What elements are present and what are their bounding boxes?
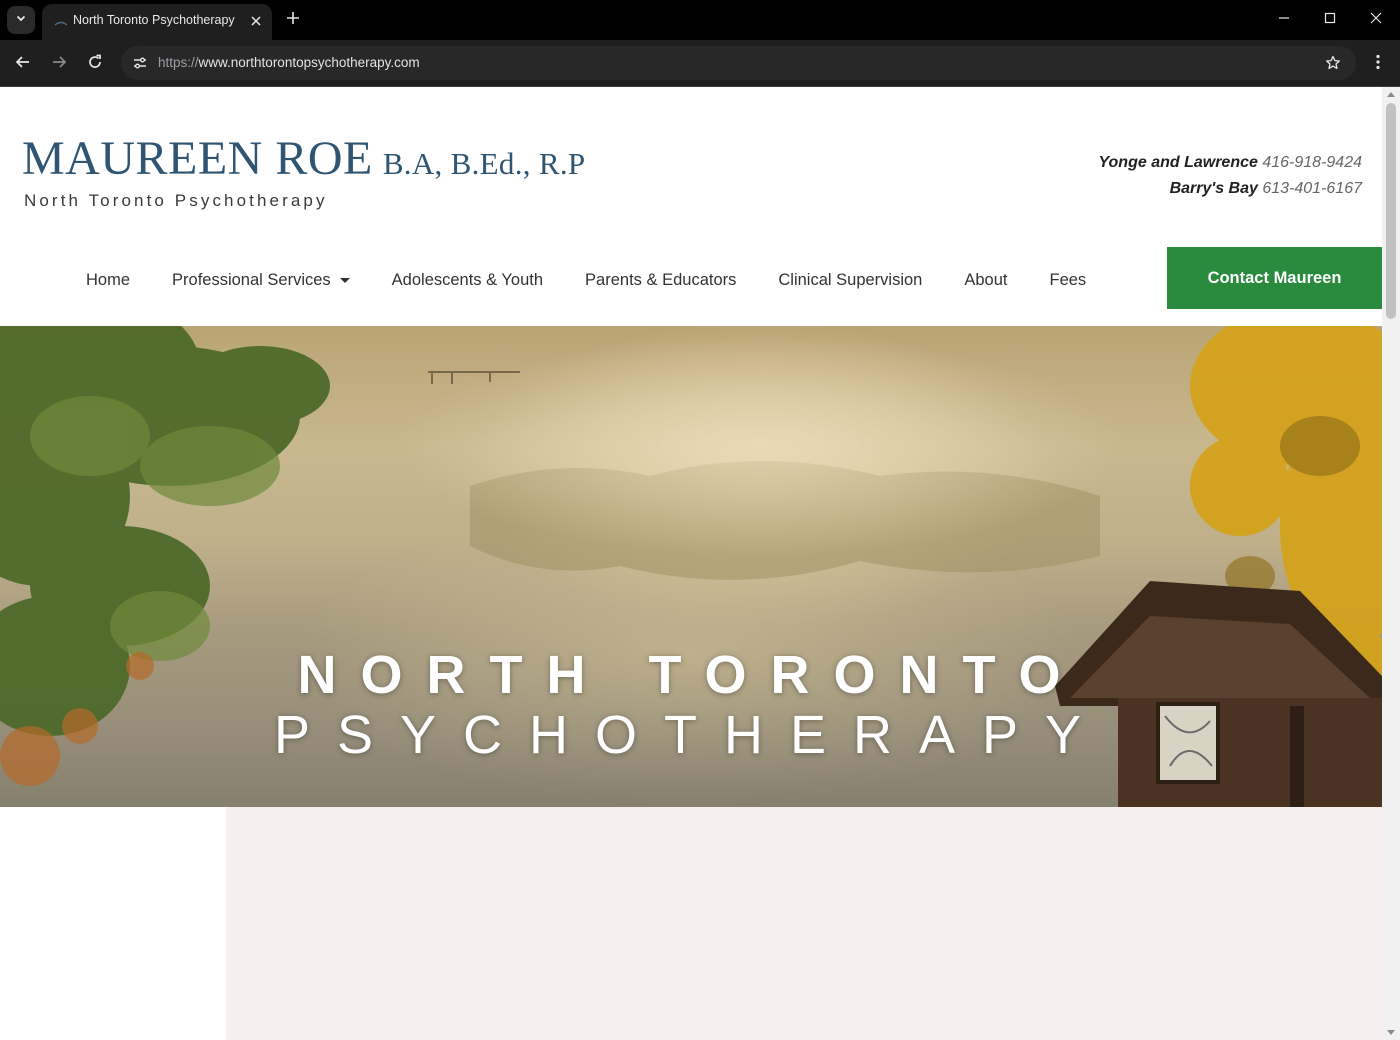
hero-banner: NORTH TORONTO PSYCHOTHERAPY <box>0 326 1382 807</box>
logo-wordmark: MAUREEN ROE B.A, B.Ed., R.P <box>22 135 585 183</box>
url-host: www.northtorontopsychotherapy.com <box>198 55 420 70</box>
minimize-icon <box>1278 11 1290 29</box>
close-tab-icon[interactable] <box>248 13 264 29</box>
url-scheme: https:// <box>158 55 199 70</box>
header-phone-numbers: Yonge and Lawrence 416-918-9424 Barry's … <box>1098 150 1362 202</box>
nav-item-about[interactable]: About <box>943 271 1028 290</box>
hero-title-line1: NORTH TORONTO <box>297 645 1085 705</box>
contact-maureen-button[interactable]: Contact Maureen <box>1167 247 1382 309</box>
browser-toolbar: https://www.northtorontopsychotherapy.co… <box>0 40 1400 87</box>
maximize-icon <box>1324 11 1336 29</box>
scroll-up-arrow-icon[interactable] <box>1387 92 1395 97</box>
logo-tagline: North Toronto Psychotherapy <box>24 191 328 210</box>
location-line: Barry's Bay 613-401-6167 <box>1098 176 1362 202</box>
maximize-window-button[interactable] <box>1315 6 1345 34</box>
url-text: https://www.northtorontopsychotherapy.co… <box>158 55 420 70</box>
site-settings-icon[interactable] <box>129 52 151 74</box>
location-line: Yonge and Lawrence 416-918-9424 <box>1098 150 1362 176</box>
main-navigation: Home Professional Services Adolescents &… <box>65 265 1107 295</box>
nav-item-professional-services[interactable]: Professional Services <box>151 271 371 290</box>
tab-search-button[interactable] <box>7 6 35 34</box>
scroll-down-arrow-icon[interactable] <box>1387 1030 1395 1035</box>
arrow-left-icon <box>15 54 31 75</box>
tab-title: North Toronto Psychotherapy <box>73 13 235 27</box>
browser-chrome: North Toronto Psychotherapy https://www.… <box>0 0 1400 87</box>
nav-item-parents-educators[interactable]: Parents & Educators <box>564 271 757 290</box>
nav-item-adolescents-youth[interactable]: Adolescents & Youth <box>371 271 564 290</box>
new-tab-button[interactable] <box>282 9 304 31</box>
nav-item-clinical-supervision[interactable]: Clinical Supervision <box>757 271 943 290</box>
reload-button[interactable] <box>81 50 109 78</box>
hero-title-line2: PSYCHOTHERAPY <box>273 705 1109 765</box>
browser-menu-button[interactable] <box>1366 50 1390 78</box>
close-icon <box>1370 11 1382 29</box>
browser-tab-active[interactable]: North Toronto Psychotherapy <box>42 4 272 40</box>
logo-credentials: B.A, B.Ed., R.P <box>382 146 586 181</box>
close-window-button[interactable] <box>1361 6 1391 34</box>
tab-strip: North Toronto Psychotherapy <box>0 0 1400 40</box>
location-phone-link[interactable]: 416-918-9424 <box>1262 154 1362 171</box>
scrollbar-thumb[interactable] <box>1386 103 1396 319</box>
nav-item-fees[interactable]: Fees <box>1028 271 1107 290</box>
reload-icon <box>87 54 103 75</box>
location-name: Yonge and Lawrence <box>1098 154 1258 171</box>
nav-item-label: Professional Services <box>172 270 331 289</box>
arrow-right-icon <box>51 54 67 75</box>
back-button[interactable] <box>9 50 37 78</box>
nav-item-home[interactable]: Home <box>65 271 151 290</box>
site-favicon-icon <box>54 16 68 26</box>
location-name: Barry's Bay <box>1169 180 1258 197</box>
caret-down-icon <box>339 277 350 283</box>
logo-name: MAUREEN ROE <box>22 132 373 185</box>
chevron-down-icon <box>15 11 27 29</box>
bookmark-star-icon[interactable] <box>1322 52 1344 74</box>
location-phone-link[interactable]: 613-401-6167 <box>1262 180 1362 197</box>
address-bar[interactable]: https://www.northtorontopsychotherapy.co… <box>121 46 1356 80</box>
content-panel <box>226 807 1382 1040</box>
page-scrollbar[interactable] <box>1382 87 1400 1040</box>
more-vertical-icon <box>1376 54 1380 75</box>
plus-icon <box>286 11 300 30</box>
forward-button[interactable] <box>45 50 73 78</box>
page-viewport: MAUREEN ROE B.A, B.Ed., R.P North Toronto… <box>0 87 1382 1040</box>
minimize-window-button[interactable] <box>1269 6 1299 34</box>
site-logo[interactable]: MAUREEN ROE B.A, B.Ed., R.P North Toronto… <box>22 135 585 211</box>
